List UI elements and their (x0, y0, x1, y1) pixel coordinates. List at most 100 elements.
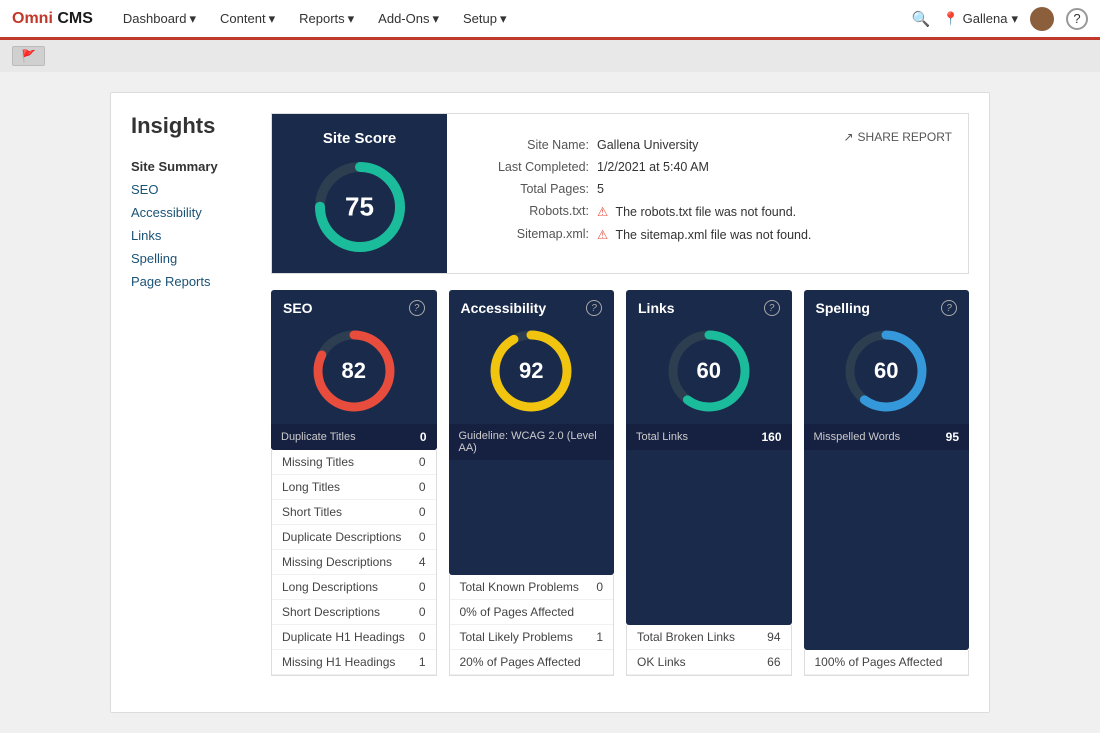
spelling-title: Spelling (816, 300, 870, 316)
last-completed-value: 1/2/2021 at 5:40 AM (597, 160, 709, 174)
detail-known-problems: Total Known Problems0 (450, 575, 614, 600)
accessibility-title: Accessibility (461, 300, 547, 316)
robots-value: ⚠ The robots.txt file was not found. (597, 204, 796, 219)
nav-reports[interactable]: Reports ▾ (289, 5, 364, 33)
accessibility-metric-label: Guideline: WCAG 2.0 (Level AA) (459, 430, 605, 454)
accessibility-donut-container: 92 (486, 326, 576, 416)
sidebar-item-site-summary[interactable]: Site Summary (131, 155, 251, 178)
spelling-column: Spelling ? 60 (804, 290, 970, 676)
logo-cms: CMS (53, 10, 93, 27)
accessibility-primary-metric: Guideline: WCAG 2.0 (Level AA) (449, 424, 615, 460)
help-button[interactable]: ? (1066, 8, 1088, 30)
seo-metric-label: Duplicate Titles (281, 431, 356, 443)
insights-title: Insights (131, 113, 251, 139)
spelling-help-icon[interactable]: ? (941, 300, 957, 316)
detail-likely-pct: 20% of Pages Affected (450, 650, 614, 675)
location-chevron-icon: ▾ (1011, 11, 1018, 27)
site-score-row: Site Score 75 ↗ SHARE REPORT (271, 113, 969, 274)
spelling-metric-value: 95 (946, 430, 959, 444)
site-score-title: Site Score (323, 130, 396, 147)
site-score-info: ↗ SHARE REPORT Site Name: Gallena Univer… (447, 114, 968, 273)
nav-items: Dashboard ▾ Content ▾ Reports ▾ Add-Ons … (113, 5, 912, 33)
detail-broken-links: Total Broken Links94 (627, 625, 791, 650)
nav-dashboard[interactable]: Dashboard ▾ (113, 5, 206, 33)
flag-button[interactable]: 🚩 (12, 46, 45, 66)
seo-column: SEO ? 82 (271, 290, 437, 676)
last-completed-label: Last Completed: (467, 160, 597, 174)
nav-content[interactable]: Content ▾ (210, 5, 285, 33)
detail-known-pct: 0% of Pages Affected (450, 600, 614, 625)
spelling-donut-container: 60 (841, 326, 931, 416)
links-score: 60 (697, 358, 721, 384)
detail-long-titles: Long Titles0 (272, 475, 436, 500)
nav-addons[interactable]: Add-Ons ▾ (368, 5, 449, 33)
seo-donut: 82 (271, 316, 437, 424)
detail-short-titles: Short Titles0 (272, 500, 436, 525)
links-primary-metric: Total Links 160 (626, 424, 792, 450)
sidebar-item-spelling[interactable]: Spelling (131, 247, 251, 270)
seo-help-icon[interactable]: ? (409, 300, 425, 316)
user-avatar[interactable] (1030, 7, 1054, 31)
location-label: Gallena (963, 11, 1008, 26)
logo: Omni CMS (12, 10, 93, 28)
spelling-score: 60 (874, 358, 898, 384)
links-card-header: Links ? (626, 290, 792, 316)
total-pages-value: 5 (597, 182, 604, 196)
total-pages-row: Total Pages: 5 (467, 182, 948, 196)
detail-short-desc: Short Descriptions0 (272, 600, 436, 625)
detail-ok-links: OK Links66 (627, 650, 791, 675)
sidebar-item-seo[interactable]: SEO (131, 178, 251, 201)
sitemap-label: Sitemap.xml: (467, 227, 597, 242)
logo-omni: Omni (12, 10, 53, 27)
sidebar-item-links[interactable]: Links (131, 224, 251, 247)
search-icon[interactable]: 🔍 (912, 10, 931, 28)
insights-main: Site Score 75 ↗ SHARE REPORT (271, 113, 969, 692)
accessibility-donut: 92 (449, 316, 615, 424)
location-selector[interactable]: 📍 Gallena ▾ (942, 11, 1018, 27)
spelling-metric-label: Misspelled Words (814, 431, 901, 443)
links-help-icon[interactable]: ? (764, 300, 780, 316)
seo-card-header: SEO ? (271, 290, 437, 316)
links-card: Links ? 60 (626, 290, 792, 625)
accessibility-card-header: Accessibility ? (449, 290, 615, 316)
nav-setup[interactable]: Setup ▾ (453, 5, 517, 33)
spelling-donut: 60 (804, 316, 970, 424)
detail-long-desc: Long Descriptions0 (272, 575, 436, 600)
sidebar-item-accessibility[interactable]: Accessibility (131, 201, 251, 224)
robots-row: Robots.txt: ⚠ The robots.txt file was no… (467, 204, 948, 219)
sitemap-row: Sitemap.xml: ⚠ The sitemap.xml file was … (467, 227, 948, 242)
spelling-primary-metric: Misspelled Words 95 (804, 424, 970, 450)
links-metric-label: Total Links (636, 431, 688, 443)
total-pages-label: Total Pages: (467, 182, 597, 196)
page-body: Insights Site Summary SEO Accessibility … (0, 72, 1100, 733)
site-name-value: Gallena University (597, 138, 698, 152)
seo-details: Missing Titles0 Long Titles0 Short Title… (271, 450, 437, 676)
insights-sidebar: Insights Site Summary SEO Accessibility … (131, 113, 251, 692)
accessibility-details: Total Known Problems0 0% of Pages Affect… (449, 575, 615, 676)
accessibility-column: Accessibility ? 92 (449, 290, 615, 676)
detail-likely-problems: Total Likely Problems1 (450, 625, 614, 650)
accessibility-card: Accessibility ? 92 (449, 290, 615, 575)
accessibility-help-icon[interactable]: ? (586, 300, 602, 316)
detail-pages-affected: 100% of Pages Affected (805, 650, 969, 675)
spelling-card: Spelling ? 60 (804, 290, 970, 650)
links-donut-container: 60 (664, 326, 754, 416)
flag-icon: 🚩 (21, 49, 36, 63)
spelling-details: 100% of Pages Affected (804, 650, 970, 676)
detail-duplicate-desc: Duplicate Descriptions0 (272, 525, 436, 550)
robots-label: Robots.txt: (467, 204, 597, 219)
site-score-donut: 75 (310, 157, 410, 257)
sitemap-value: ⚠ The sitemap.xml file was not found. (597, 227, 811, 242)
sidebar-item-page-reports[interactable]: Page Reports (131, 270, 251, 293)
site-name-label: Site Name: (467, 138, 597, 152)
sitemap-warning-icon: ⚠ (597, 228, 608, 242)
links-column: Links ? 60 (626, 290, 792, 676)
share-report-button[interactable]: ↗ SHARE REPORT (843, 130, 952, 144)
sitemap-text: The sitemap.xml file was not found. (615, 228, 811, 242)
seo-metric-value: 0 (420, 430, 427, 444)
insights-layout: Insights Site Summary SEO Accessibility … (131, 113, 969, 692)
seo-card: SEO ? 82 (271, 290, 437, 450)
nav-right: 🔍 📍 Gallena ▾ ? (912, 7, 1088, 31)
score-cards-row: SEO ? 82 (271, 290, 969, 676)
share-icon: ↗ (843, 130, 853, 144)
